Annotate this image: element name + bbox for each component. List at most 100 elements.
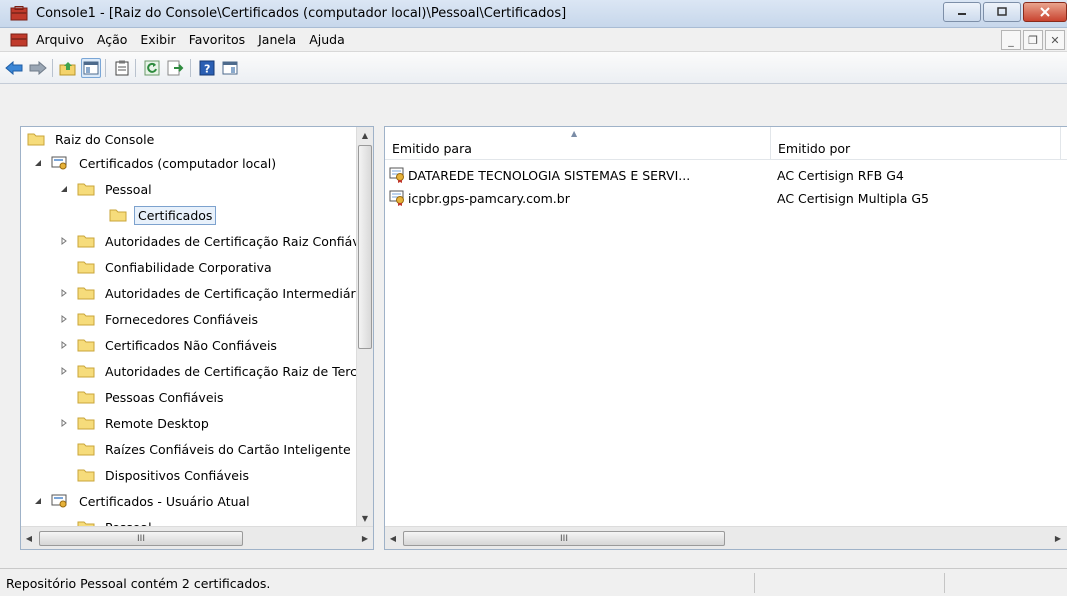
menu-acao[interactable]: Ação [97, 32, 128, 47]
title-bar: Console1 - [Raiz do Console\Certificados… [0, 0, 1067, 28]
tree-item-label: Confiabilidade Corporativa [105, 259, 272, 275]
column-header-label: Emitido para [392, 141, 472, 156]
column-header-label: Emitido por [778, 141, 851, 156]
certificate-store-icon [51, 156, 67, 170]
tree-item-pessoal[interactable]: Pessoal [57, 179, 155, 199]
child-restore-button[interactable]: ❐ [1023, 30, 1043, 50]
menu-arquivo[interactable]: Arquivo [36, 32, 84, 47]
minimize-icon [958, 13, 966, 15]
collapsed-triangle-icon[interactable] [57, 338, 71, 352]
tree-item-autoridades-raiz[interactable]: Autoridades de Certificação Raiz Confiáv… [57, 231, 357, 251]
tree-item-label: Dispositivos Confiáveis [105, 467, 249, 483]
scroll-right-arrow-icon[interactable]: ▶ [1050, 530, 1066, 547]
scroll-down-arrow-icon[interactable]: ▼ [357, 510, 373, 527]
tree-item-label: Certificados (computador local) [79, 155, 277, 171]
collapsed-triangle-icon[interactable] [57, 234, 71, 248]
menu-ajuda[interactable]: Ajuda [309, 32, 345, 47]
pane-splitter[interactable] [374, 84, 384, 568]
refresh-button[interactable] [142, 58, 162, 78]
certificate-icon [389, 190, 404, 206]
tree-item-label: Remote Desktop [105, 415, 209, 431]
menu-exibir[interactable]: Exibir [140, 32, 175, 47]
status-divider [754, 573, 755, 593]
issued-to-cell: icpbr.gps-pamcary.com.br [408, 190, 570, 206]
tree-item-dispositivos-confiaveis[interactable]: Dispositivos Confiáveis [77, 465, 252, 485]
tree-item-confiabilidade-corporativa[interactable]: Confiabilidade Corporativa [77, 257, 275, 277]
column-header-emitido-por[interactable]: Emitido por [771, 127, 1061, 160]
show-action-pane-button[interactable] [220, 58, 240, 78]
status-text: Repositório Pessoal contém 2 certificado… [6, 576, 271, 591]
tree-item-pessoas-confiaveis[interactable]: Pessoas Confiáveis [77, 387, 227, 407]
forward-button[interactable] [28, 58, 48, 78]
certificate-row[interactable]: icpbr.gps-pamcary.com.br AC Certisign Mu… [385, 187, 1067, 209]
collapsed-triangle-icon[interactable] [57, 416, 71, 430]
column-header-emitido-para[interactable]: Emitido para ▲ [385, 127, 771, 160]
toolbar-separator [105, 59, 106, 77]
close-icon [1040, 7, 1050, 17]
tree-item-autoridades-raiz-terceiros[interactable]: Autoridades de Certificação Raiz de Terc… [57, 361, 357, 381]
expanded-triangle-icon[interactable] [57, 182, 71, 196]
restore-icon: ❐ [1028, 33, 1038, 47]
tree-item-certificados-usuario-atual[interactable]: Certificados - Usuário Atual [31, 491, 253, 511]
tree-item-certificados-selected[interactable]: Certificados [109, 205, 217, 225]
show-action-pane-icon [222, 61, 238, 75]
export-list-button[interactable] [166, 58, 186, 78]
tree-item-remote-desktop[interactable]: Remote Desktop [57, 413, 212, 433]
console-document-icon[interactable] [10, 32, 28, 48]
certificate-row[interactable]: DATAREDE TECNOLOGIA SISTEMAS E SERVI... … [385, 164, 1067, 186]
tree-item-certificados-nao-confiaveis[interactable]: Certificados Não Confiáveis [57, 335, 280, 355]
tree-item-label: Autoridades de Certificação Raiz Confiáv… [105, 233, 357, 249]
expanded-triangle-icon[interactable] [31, 156, 45, 170]
minimize-button[interactable] [943, 2, 981, 22]
issued-to-cell: DATAREDE TECNOLOGIA SISTEMAS E SERVI... [408, 167, 691, 183]
expanded-triangle-icon[interactable] [31, 494, 45, 508]
help-button[interactable]: ? [197, 58, 217, 78]
tree-horizontal-scroll-thumb[interactable]: III [39, 531, 243, 546]
scroll-left-arrow-icon[interactable]: ◀ [21, 530, 37, 547]
tree-item-raizes-cartao-inteligente[interactable]: Raízes Confiáveis do Cartão Inteligente [77, 439, 354, 459]
list-horizontal-scroll-thumb[interactable]: III [403, 531, 725, 546]
tree-item-raiz-do-console[interactable]: Raiz do Console [27, 129, 157, 149]
tree-horizontal-scrollbar[interactable]: ◀ III ▶ [21, 526, 373, 549]
maximize-button[interactable] [983, 2, 1021, 22]
maximize-icon [997, 7, 1007, 16]
toolbar-separator [190, 59, 191, 77]
back-button[interactable] [4, 58, 24, 78]
status-divider [944, 573, 945, 593]
tree-item-autoridades-intermediarias[interactable]: Autoridades de Certificação Intermediári… [57, 283, 357, 303]
scroll-up-arrow-icon[interactable]: ▲ [357, 127, 373, 144]
tree-view: Raiz do Console Certificados (computador… [21, 127, 357, 527]
tree-item-fornecedores-confiaveis[interactable]: Fornecedores Confiáveis [57, 309, 261, 329]
show-hide-tree-button[interactable] [81, 58, 101, 78]
tree-item-certificados-computador-local[interactable]: Certificados (computador local) [31, 153, 279, 173]
menu-favoritos[interactable]: Favoritos [189, 32, 245, 47]
refresh-icon [144, 60, 160, 76]
scroll-grip-icon: III [560, 533, 568, 544]
tree-vertical-scroll-thumb[interactable] [358, 145, 372, 349]
tree-item-label: Autoridades de Certificação Intermediári… [105, 285, 357, 301]
clipboard-button[interactable] [112, 58, 132, 78]
up-one-level-button[interactable] [58, 58, 78, 78]
tree-item-label: Raízes Confiáveis do Cartão Inteligente [105, 441, 351, 457]
close-icon: ✕ [1050, 33, 1060, 47]
list-horizontal-scrollbar[interactable]: ◀ III ▶ [385, 526, 1067, 549]
child-minimize-button[interactable]: _ [1001, 30, 1021, 50]
collapsed-triangle-icon[interactable] [57, 286, 71, 300]
tree-pane: Raiz do Console Certificados (computador… [20, 126, 374, 550]
close-button[interactable] [1023, 2, 1067, 22]
folder-icon [77, 469, 95, 482]
collapsed-triangle-icon[interactable] [57, 312, 71, 326]
tree-item-label: Pessoas Confiáveis [105, 389, 224, 405]
child-close-button[interactable]: ✕ [1045, 30, 1065, 50]
help-icon: ? [199, 60, 215, 76]
scroll-right-arrow-icon[interactable]: ▶ [357, 530, 373, 547]
folder-icon [77, 183, 95, 196]
clipboard-icon [115, 60, 129, 76]
back-arrow-icon [5, 61, 23, 75]
menu-janela[interactable]: Janela [258, 32, 296, 47]
folder-icon [77, 365, 95, 378]
collapsed-triangle-icon[interactable] [57, 364, 71, 378]
svg-text:?: ? [204, 63, 210, 76]
scroll-left-arrow-icon[interactable]: ◀ [385, 530, 401, 547]
tree-vertical-scrollbar[interactable]: ▲ ▼ [356, 127, 373, 527]
